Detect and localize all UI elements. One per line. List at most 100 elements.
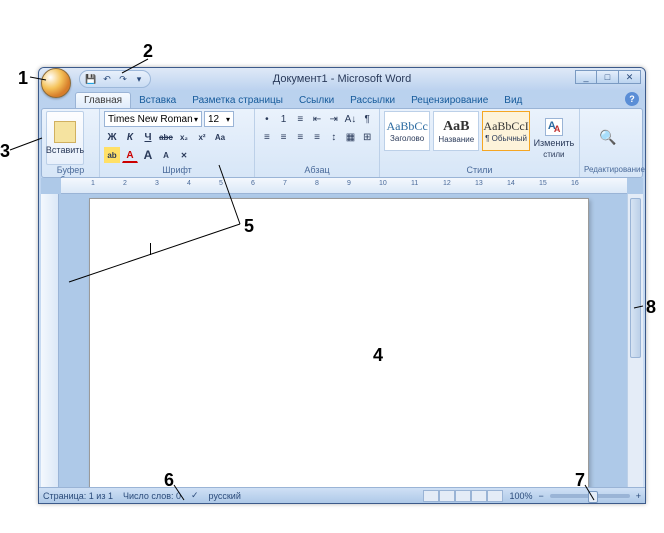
font-size-combo[interactable]: 12▾ — [204, 111, 234, 127]
ruler-tick: 14 — [507, 180, 515, 187]
editing-group-label: Редактирование — [584, 165, 638, 177]
bold-button[interactable]: Ж — [104, 129, 120, 145]
status-words[interactable]: Число слов: 0 — [123, 491, 181, 501]
tab-references[interactable]: Ссылки — [291, 93, 342, 108]
font-name-value: Times New Roman — [108, 114, 193, 125]
ruler-tick: 6 — [251, 180, 255, 187]
annotation-3: 3 — [0, 141, 10, 162]
style-name-2: Название — [438, 135, 474, 144]
view-print-layout[interactable] — [423, 490, 439, 502]
inc-indent-button[interactable]: ⇥ — [326, 111, 342, 127]
zoom-slider[interactable] — [550, 494, 630, 498]
borders-button[interactable]: ⊞ — [359, 129, 375, 145]
change-styles-button[interactable]: A A Изменить стили — [533, 111, 575, 165]
ribbon-group-clipboard: Вставить Буфер обмена — [42, 109, 100, 177]
help-icon[interactable]: ? — [625, 92, 639, 106]
paste-label: Вставить — [46, 145, 84, 155]
style-title[interactable]: АаВ Название — [433, 111, 479, 151]
view-draft[interactable] — [487, 490, 503, 502]
font-color-button[interactable]: A — [122, 147, 138, 163]
ruler-tick: 16 — [571, 180, 579, 187]
align-center-button[interactable]: ≡ — [276, 129, 292, 145]
underline-button[interactable]: Ч — [140, 129, 156, 145]
office-button[interactable] — [41, 68, 71, 98]
vertical-scrollbar[interactable] — [627, 194, 643, 487]
ruler-tick: 11 — [411, 180, 418, 187]
paragraph-group-label: Абзац — [259, 165, 375, 177]
styles-group-label: Стили — [384, 165, 575, 177]
view-full-screen[interactable] — [439, 490, 455, 502]
style-preview-2: АаВ — [443, 119, 469, 135]
sort-button[interactable]: A↓ — [343, 111, 359, 127]
ribbon-group-styles: AaBbCc Заголово АаВ Название AaBbCcI ¶ О… — [380, 109, 580, 177]
font-size-value: 12 — [208, 114, 219, 125]
italic-button[interactable]: К — [122, 129, 138, 145]
align-left-button[interactable]: ≡ — [259, 129, 275, 145]
status-proof-icon[interactable]: ✓ — [191, 490, 199, 501]
multilevel-button[interactable]: ≡ — [292, 111, 308, 127]
status-language[interactable]: русский — [209, 491, 241, 501]
style-name-3: ¶ Обычный — [485, 134, 527, 143]
numbering-button[interactable]: 1 — [276, 111, 292, 127]
tab-insert[interactable]: Вставка — [131, 93, 184, 108]
zoom-value[interactable]: 100% — [509, 491, 532, 501]
tab-mailings[interactable]: Рассылки — [342, 93, 403, 108]
close-button[interactable]: ✕ — [619, 70, 641, 84]
tab-view[interactable]: Вид — [496, 93, 530, 108]
superscript-button[interactable]: x² — [194, 129, 210, 145]
ruler-tick: 12 — [443, 180, 451, 187]
tab-layout[interactable]: Разметка страницы — [184, 93, 291, 108]
bullets-button[interactable]: • — [259, 111, 275, 127]
tab-review[interactable]: Рецензирование — [403, 93, 496, 108]
ruler-tick: 1 — [91, 180, 95, 187]
document-container: 12345678910111213141516 — [41, 178, 643, 487]
strike-button[interactable]: abc — [158, 129, 174, 145]
text-cursor — [150, 243, 151, 255]
zoom-in-button[interactable]: + — [636, 491, 641, 501]
status-bar: Страница: 1 из 1 Число слов: 0 ✓ русский… — [39, 487, 645, 503]
paste-button[interactable]: Вставить — [46, 111, 84, 165]
shading-button[interactable]: ▦ — [343, 129, 359, 145]
dec-indent-button[interactable]: ⇤ — [309, 111, 325, 127]
subscript-button[interactable]: x₂ — [176, 129, 192, 145]
style-preview-3: AaBbCcI — [483, 119, 528, 134]
clear-format-button[interactable]: ✕ — [176, 147, 192, 163]
minimize-button[interactable]: _ — [575, 70, 597, 84]
ruler-tick: 10 — [379, 180, 387, 187]
vertical-ruler[interactable] — [41, 194, 59, 487]
annotation-4: 4 — [373, 345, 383, 366]
pilcrow-button[interactable]: ¶ — [359, 111, 375, 127]
document-body — [41, 194, 643, 487]
window-controls: _ □ ✕ — [575, 70, 641, 84]
justify-button[interactable]: ≡ — [309, 129, 325, 145]
line-spacing-button[interactable]: ↕ — [326, 129, 342, 145]
ribbon-group-editing: 🔍 Редактирование — [580, 109, 642, 177]
maximize-button[interactable]: □ — [597, 70, 619, 84]
status-page[interactable]: Страница: 1 из 1 — [43, 491, 113, 501]
style-heading[interactable]: AaBbCc Заголово — [384, 111, 430, 151]
editing-button[interactable]: 🔍 — [584, 111, 632, 165]
scroll-thumb[interactable] — [630, 198, 641, 358]
ruler-tick: 9 — [347, 180, 351, 187]
ruler-tick: 3 — [155, 180, 159, 187]
view-web[interactable] — [455, 490, 471, 502]
style-name-1: Заголово — [390, 134, 424, 143]
ruler-tick: 2 — [123, 180, 127, 187]
case-button[interactable]: Aa — [212, 129, 228, 145]
font-name-combo[interactable]: Times New Roman▾ — [104, 111, 202, 127]
zoom-out-button[interactable]: − — [538, 491, 543, 501]
word-window: 💾 ↶ ↷ ▾ Документ1 - Microsoft Word _ □ ✕… — [38, 67, 646, 504]
shrink-font-button[interactable]: A — [158, 147, 174, 163]
font-group-label: Шрифт — [104, 165, 250, 177]
tab-home[interactable]: Главная — [75, 92, 131, 108]
grow-font-button[interactable]: A — [140, 147, 156, 163]
document-page[interactable] — [89, 198, 589, 487]
view-outline[interactable] — [471, 490, 487, 502]
style-normal[interactable]: AaBbCcI ¶ Обычный — [482, 111, 529, 151]
highlight-button[interactable]: ab — [104, 147, 120, 163]
align-right-button[interactable]: ≡ — [292, 129, 308, 145]
change-styles-label: Изменить — [534, 138, 575, 148]
ribbon-tabs: Главная Вставка Разметка страницы Ссылки… — [39, 90, 645, 108]
change-styles-label2: стили — [543, 150, 564, 159]
horizontal-ruler[interactable]: 12345678910111213141516 — [61, 178, 627, 194]
